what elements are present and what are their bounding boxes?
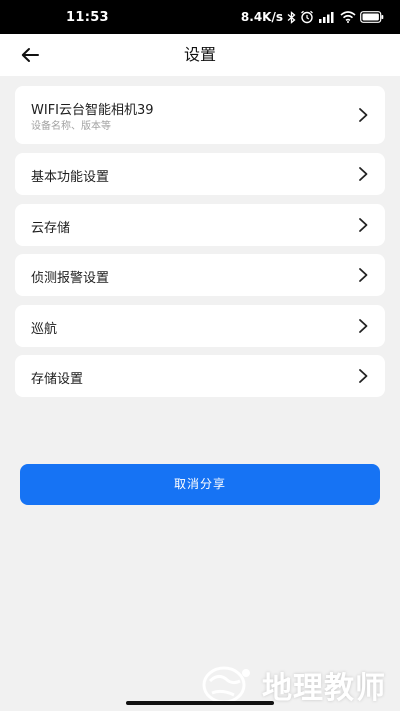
status-time: 11:53 — [66, 9, 109, 25]
device-subtitle: 设备名称、版本等 — [31, 121, 111, 132]
nav-bar: 设置 — [0, 34, 400, 76]
device-info-item[interactable]: WIFI云台智能相机39 设备名称、版本等 — [15, 86, 385, 144]
chevron-right-icon — [359, 108, 368, 122]
settings-item-storage[interactable]: 存储设置 — [15, 355, 385, 397]
watermark-text: 地理教师 — [262, 671, 386, 706]
device-name: WIFI云台智能相机39 — [31, 103, 154, 118]
bluetooth-icon — [287, 10, 296, 24]
arrow-left-icon — [21, 48, 39, 62]
cancel-share-button[interactable]: 取消分享 — [20, 464, 380, 505]
settings-item-label: 侦测报警设置 — [31, 271, 110, 286]
chevron-right-icon — [359, 268, 368, 282]
chevron-right-icon — [359, 369, 368, 383]
battery-icon — [360, 11, 384, 23]
network-speed: 8.4K/s — [240, 10, 283, 24]
settings-item-cruise[interactable]: 巡航 — [15, 305, 385, 347]
settings-item-detection-alarm[interactable]: 侦测报警设置 — [15, 254, 385, 296]
page-title: 设置 — [183, 45, 216, 64]
settings-item-label: 云存储 — [31, 221, 71, 236]
chevron-right-icon — [359, 167, 368, 181]
settings-item-label: 存储设置 — [31, 372, 84, 387]
chevron-right-icon — [359, 319, 368, 333]
back-button[interactable] — [14, 40, 46, 70]
settings-item-label: 巡航 — [31, 322, 58, 337]
settings-item-cloud-storage[interactable]: 云存储 — [15, 204, 385, 246]
status-icons: 8.4K/s — [241, 10, 384, 24]
settings-item-basic[interactable]: 基本功能设置 — [15, 153, 385, 195]
settings-item-label: 基本功能设置 — [31, 170, 110, 185]
signal-icon — [318, 11, 336, 23]
status-bar: 11:53 8.4K/s — [0, 0, 400, 34]
alarm-icon — [300, 10, 314, 24]
chevron-right-icon — [359, 218, 368, 232]
wifi-icon — [340, 11, 356, 23]
home-indicator[interactable] — [126, 701, 274, 705]
